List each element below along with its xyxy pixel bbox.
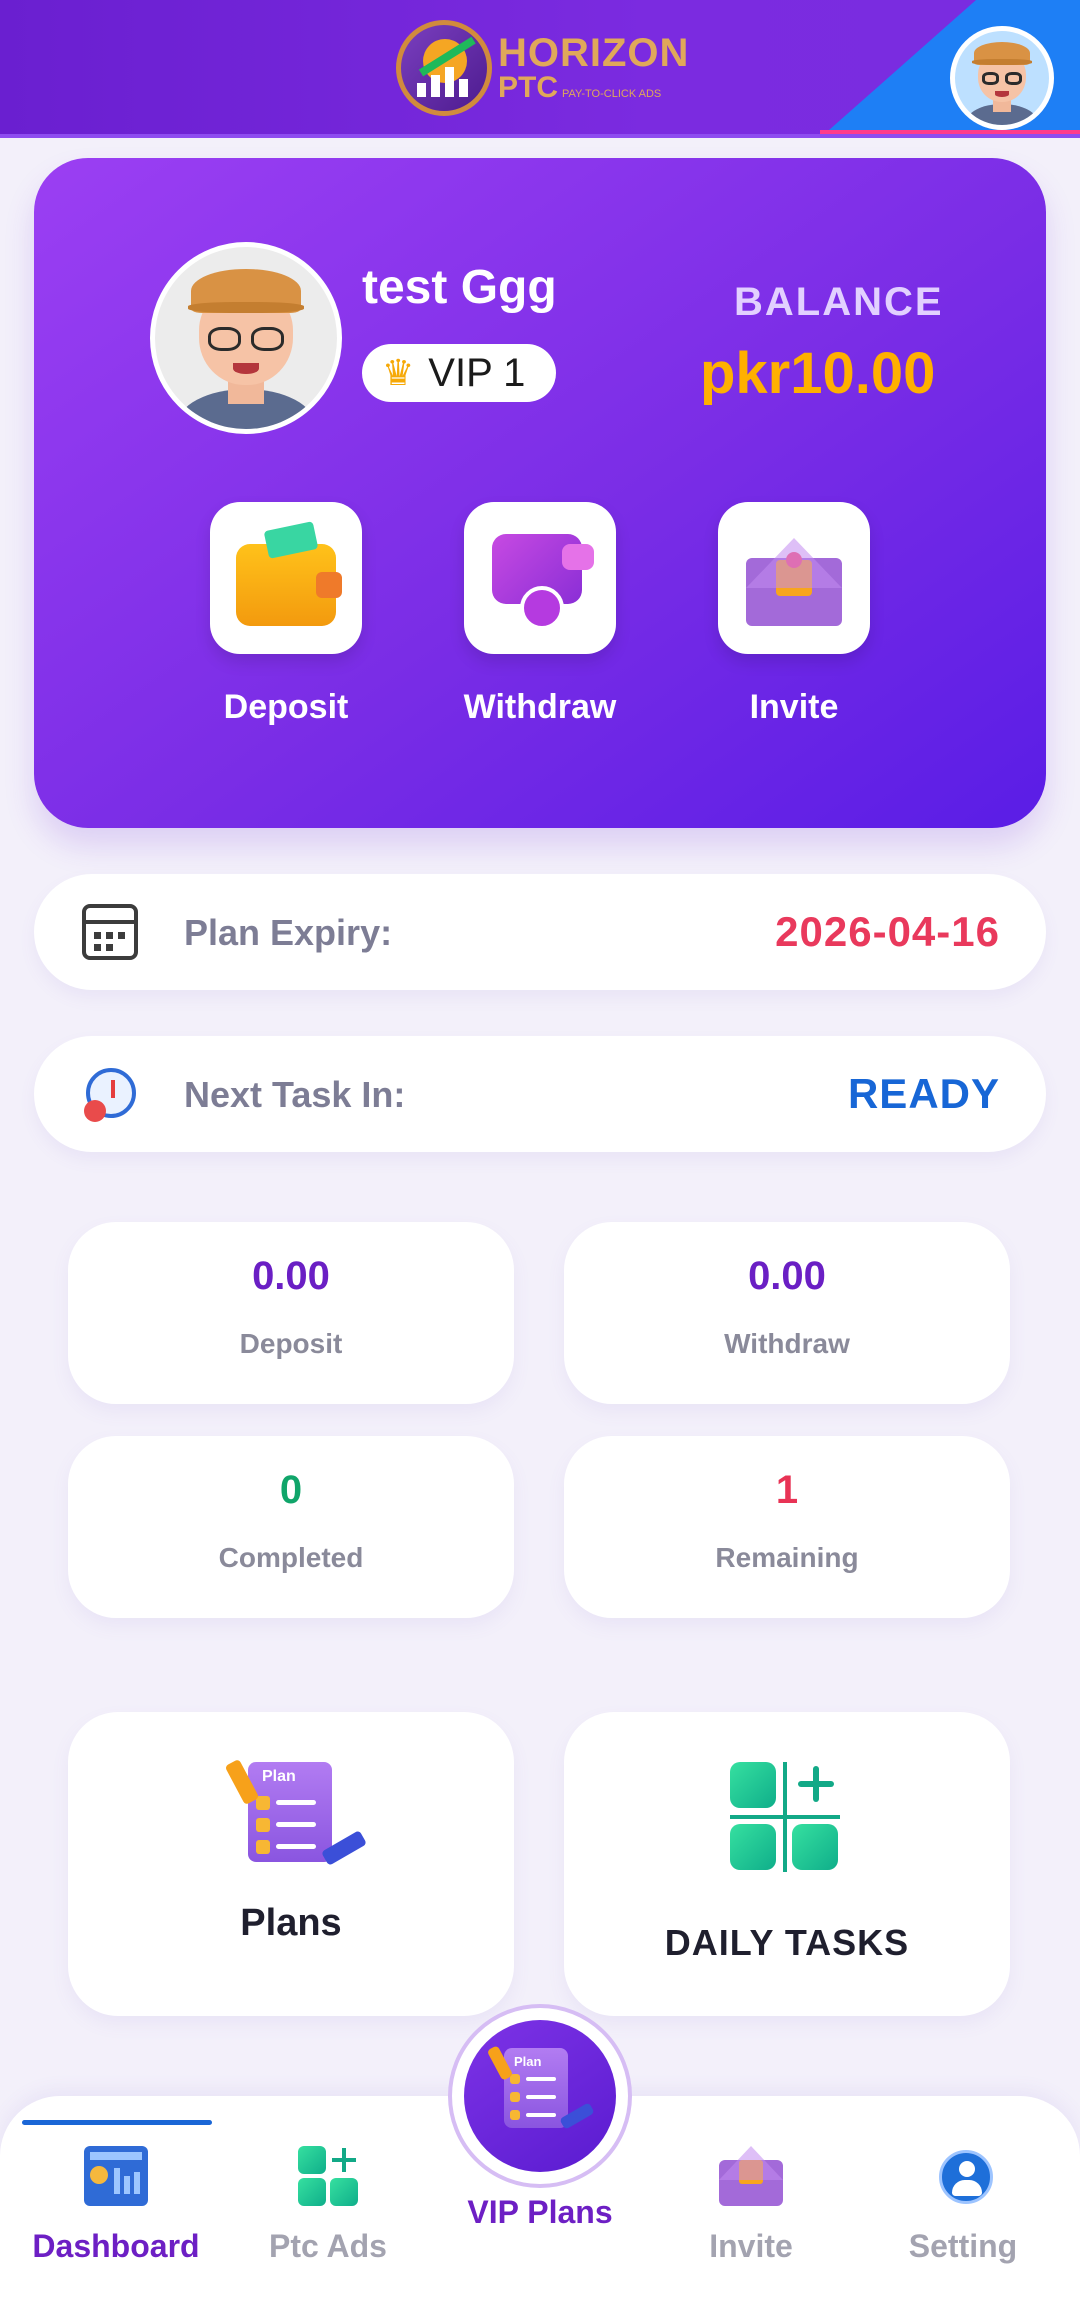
plan-document-icon: Plan bbox=[486, 2045, 595, 2130]
nav-item-dashboard[interactable]: Dashboard bbox=[16, 2146, 216, 2276]
nav-item-setting[interactable]: Setting bbox=[863, 2146, 1063, 2276]
invite-button[interactable] bbox=[718, 502, 870, 654]
wallet-icon bbox=[236, 521, 342, 626]
plans-label: Plans bbox=[240, 1902, 342, 1944]
logo-line1: HORIZON bbox=[498, 31, 690, 75]
withdraw-button[interactable] bbox=[464, 502, 616, 654]
stat-label: Completed bbox=[218, 1542, 364, 1573]
active-tab-indicator bbox=[22, 2120, 212, 2125]
next-task-row: Next Task In: READY bbox=[34, 1036, 1046, 1152]
deposit-button[interactable] bbox=[210, 502, 362, 654]
stat-label: Withdraw bbox=[724, 1328, 850, 1359]
profile-avatar[interactable] bbox=[150, 242, 342, 434]
nav-item-invite[interactable]: Invite bbox=[651, 2146, 851, 2276]
stat-deposit: 0.00 Deposit bbox=[68, 1222, 514, 1404]
invite-envelope-icon bbox=[746, 538, 842, 626]
logo-tagline: PAY-TO-CLICK ADS bbox=[562, 88, 662, 100]
nav-item-ptc-ads[interactable]: Ptc Ads bbox=[228, 2146, 428, 2276]
tasks-grid-icon bbox=[730, 1762, 840, 1872]
stat-withdraw: 0.00 Withdraw bbox=[564, 1222, 1010, 1404]
withdraw-icon bbox=[492, 534, 594, 630]
invite-label[interactable]: Invite bbox=[684, 688, 904, 727]
stat-value: 0.00 bbox=[252, 1254, 330, 1298]
app-header: HORIZON PTC PAY-TO-CLICK ADS bbox=[0, 0, 1080, 138]
plan-document-icon: Plan bbox=[224, 1758, 368, 1866]
stat-value: 1 bbox=[775, 1468, 799, 1512]
logo-line2: PTC bbox=[498, 71, 558, 104]
user-settings-icon bbox=[931, 2146, 995, 2206]
nav-label: Dashboard bbox=[32, 2228, 200, 2264]
plan-icon-title: Plan bbox=[262, 1768, 296, 1785]
vip-badge: ♛ VIP 1 bbox=[362, 344, 556, 402]
stat-label: Remaining bbox=[715, 1542, 859, 1573]
vip-label: VIP 1 bbox=[428, 350, 526, 395]
deposit-label[interactable]: Deposit bbox=[176, 688, 396, 727]
logo-emblem-icon bbox=[396, 20, 492, 116]
avatar-image bbox=[155, 247, 337, 429]
nav-label: Setting bbox=[908, 2228, 1018, 2264]
vip-plans-fab[interactable]: Plan bbox=[464, 2020, 616, 2172]
stat-value: 0 bbox=[279, 1468, 303, 1512]
stat-remaining: 1 Remaining bbox=[564, 1436, 1010, 1618]
ptc-ads-grid-icon bbox=[296, 2146, 360, 2206]
plan-expiry-row: Plan Expiry: 2026-04-16 bbox=[34, 874, 1046, 990]
vip-plans-label[interactable]: VIP Plans bbox=[440, 2194, 640, 2231]
nav-label: Ptc Ads bbox=[269, 2228, 387, 2264]
header-avatar[interactable] bbox=[950, 26, 1054, 130]
next-task-label: Next Task In: bbox=[184, 1074, 406, 1115]
header-accent-line bbox=[820, 130, 1080, 134]
dashboard-icon bbox=[84, 2146, 148, 2206]
username: test Ggg bbox=[362, 261, 557, 314]
daily-tasks-label: DAILY TASKS bbox=[664, 1922, 910, 1963]
logo-wordmark: HORIZON PTC PAY-TO-CLICK ADS bbox=[498, 33, 689, 103]
next-task-status: READY bbox=[847, 1070, 1000, 1117]
plan-expiry-value: 2026-04-16 bbox=[775, 908, 1000, 955]
plan-expiry-label: Plan Expiry: bbox=[184, 912, 393, 953]
clock-icon bbox=[80, 1064, 140, 1124]
avatar-image bbox=[955, 31, 1049, 125]
app-logo[interactable]: HORIZON PTC PAY-TO-CLICK ADS bbox=[396, 18, 689, 118]
stat-value: 0.00 bbox=[748, 1254, 826, 1298]
balance-label: BALANCE bbox=[734, 280, 944, 324]
plans-tile[interactable]: Plan Plans bbox=[68, 1712, 514, 2016]
crown-icon: ♛ bbox=[382, 352, 415, 394]
nav-label: Invite bbox=[709, 2228, 793, 2264]
profile-card: test Ggg ♛ VIP 1 BALANCE pkr10.00 Deposi… bbox=[34, 158, 1046, 828]
balance-value: pkr10.00 bbox=[700, 341, 936, 406]
withdraw-label[interactable]: Withdraw bbox=[430, 688, 650, 727]
stat-completed: 0 Completed bbox=[68, 1436, 514, 1618]
stat-label: Deposit bbox=[239, 1328, 343, 1359]
invite-envelope-icon bbox=[719, 2146, 783, 2206]
calendar-icon bbox=[80, 902, 140, 962]
daily-tasks-tile[interactable]: DAILY TASKS bbox=[564, 1712, 1010, 2016]
plan-icon-title: Plan bbox=[514, 2054, 542, 2069]
